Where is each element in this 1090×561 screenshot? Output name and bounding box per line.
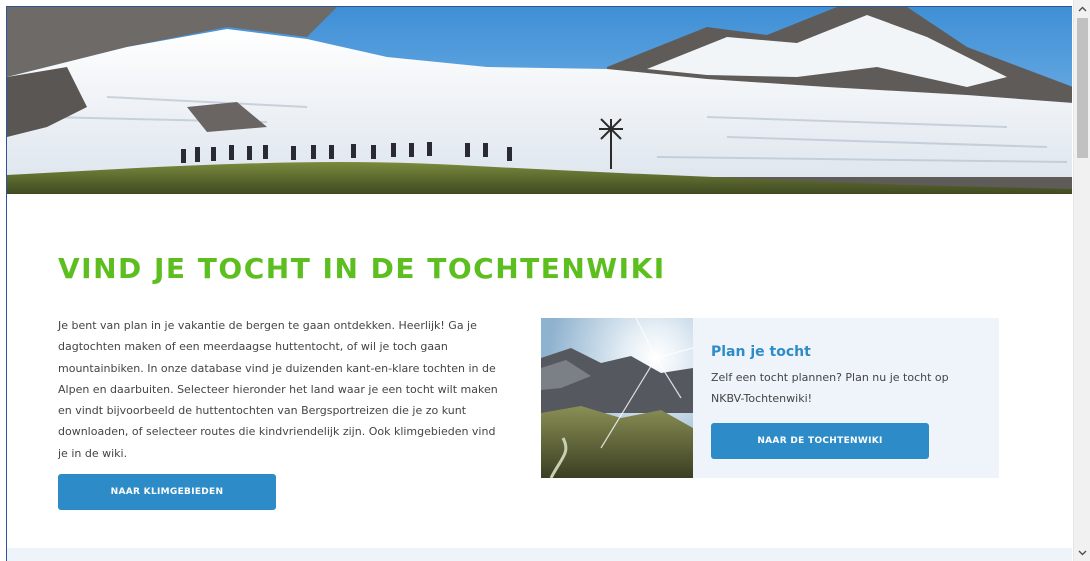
intro-line: en vindt bijvoorbeeld de huttentochten v… [58, 404, 467, 418]
intro-line: je in de wiki. [58, 446, 128, 460]
card-image [541, 318, 693, 478]
card-text-line: Zelf een tocht plannen? Plan nu je tocht… [711, 371, 949, 384]
intro-line: downloaden, of selecteer routes die kind… [58, 425, 496, 439]
plan-tocht-card: Plan je tocht Zelf een tocht plannen? Pl… [541, 318, 999, 478]
intro-line: mountainbiken. In onze database vind je … [58, 361, 496, 375]
scrollbar-thumb[interactable] [1077, 18, 1088, 158]
intro-line: Je bent van plan in je vakantie de berge… [58, 319, 477, 332]
naar-klimgebieden-button[interactable]: NAAR KLIMGEBIEDEN [58, 474, 276, 510]
vertical-scrollbar[interactable] [1073, 0, 1090, 561]
chevron-up-icon[interactable] [1074, 0, 1090, 17]
intro-line: dagtochten maken of een meerdaagse hutte… [58, 340, 448, 354]
card-text: Zelf een tocht plannen? Plan nu je tocht… [711, 367, 981, 409]
chevron-down-icon[interactable] [1074, 544, 1090, 561]
intro-line: Alpen en daarbuiten. Selecteer hieronder… [58, 382, 498, 396]
page-title: VIND JE TOCHT IN DE TOCHTENWIKI [58, 252, 666, 285]
page: VIND JE TOCHT IN DE TOCHTENWIKI Je bent … [6, 6, 1072, 561]
next-section-strip [7, 548, 1072, 561]
intro-text: Je bent van plan in je vakantie de berge… [58, 315, 518, 464]
card-text-line: NKBV-Tochtenwiki! [711, 392, 813, 405]
hero-image [7, 7, 1072, 194]
card-title: Plan je tocht [711, 344, 811, 360]
naar-de-tochtenwiki-button[interactable]: NAAR DE TOCHTENWIKI [711, 423, 929, 459]
